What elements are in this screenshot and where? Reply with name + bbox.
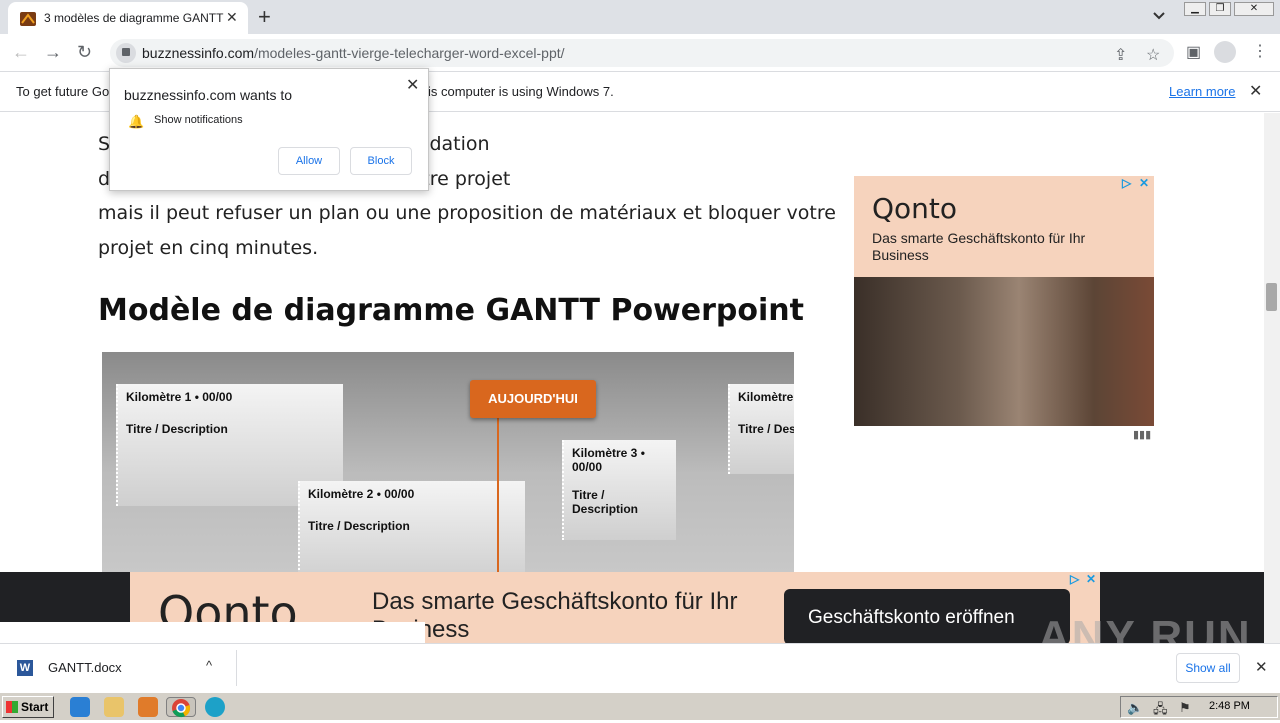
file-explorer-icon[interactable] bbox=[104, 697, 124, 717]
download-options-chevron-icon[interactable]: ^ bbox=[206, 658, 212, 673]
milestone-description: Titre / Description bbox=[126, 422, 228, 436]
section-heading: Modèle de diagramme GANTT Powerpoint bbox=[98, 293, 804, 328]
reload-button[interactable]: ↻ bbox=[77, 42, 92, 63]
gantt-template-image[interactable]: Kilomètre 1 • 00/00 Titre / Description … bbox=[102, 352, 794, 573]
windows-taskbar: Start 🔈 🖧 ⚑ 2:48 PM bbox=[0, 692, 1280, 720]
status-bubble bbox=[0, 622, 425, 644]
block-button[interactable]: Block bbox=[350, 147, 412, 175]
milestone-description: Titre / Description bbox=[308, 519, 410, 533]
notification-permission-popup: buzznessinfo.com wants to ✕ 🔔 Show notif… bbox=[109, 68, 429, 191]
browser-tab[interactable]: 3 modèles de diagramme GANTT vierge ✕ bbox=[8, 2, 248, 34]
milestone-label: Kilomètre 2 • 00/00 bbox=[308, 487, 415, 501]
gantt-milestone-3: Kilomètre 3 • 00/00 Titre / Description bbox=[562, 440, 676, 540]
show-all-downloads-button[interactable]: Show all bbox=[1176, 653, 1240, 683]
volume-icon[interactable]: 🔈 bbox=[1127, 700, 1143, 716]
ad-close-icon[interactable]: ✕ bbox=[1139, 176, 1149, 190]
side-panel-icon[interactable]: ▣ bbox=[1186, 42, 1201, 62]
infobar-message-start: To get future Go bbox=[16, 84, 110, 99]
today-marker-label: AUJOURD'HUI bbox=[470, 380, 596, 418]
download-bar: W GANTT.docx ^ Show all ✕ bbox=[0, 643, 1280, 692]
allow-button[interactable]: Allow bbox=[278, 147, 340, 175]
ad-photo bbox=[854, 277, 1154, 426]
window-minimize-button[interactable]: ▁ bbox=[1184, 2, 1206, 16]
scrollbar-thumb[interactable] bbox=[1266, 283, 1277, 311]
chrome-taskbar-button[interactable] bbox=[166, 697, 196, 718]
start-label: Start bbox=[21, 700, 49, 714]
ad-brand-logo: Qonto bbox=[872, 192, 958, 225]
window-restore-button[interactable]: ❐ bbox=[1209, 2, 1231, 16]
infobar-close-icon[interactable]: ✕ bbox=[1249, 81, 1262, 101]
action-center-flag-icon[interactable]: ⚑ bbox=[1179, 700, 1191, 716]
site-favicon-icon bbox=[20, 12, 36, 26]
ad-close-icon[interactable]: ✕ bbox=[1086, 572, 1096, 586]
article-line: projet en cinq minutes. bbox=[98, 236, 319, 259]
download-bar-close-icon[interactable]: ✕ bbox=[1255, 658, 1268, 676]
milestone-description: Titre / Description bbox=[572, 488, 639, 516]
profile-avatar-icon[interactable] bbox=[1214, 41, 1236, 63]
edge-icon[interactable] bbox=[205, 697, 225, 717]
browser-toolbar: ← → ↻ buzznessinfo.com/modeles-gantt-vie… bbox=[0, 34, 1280, 72]
qonto-side-ad[interactable]: Qonto Das smarte Geschäftskonto für Ihr … bbox=[854, 176, 1154, 426]
tab-search-chevron-icon[interactable] bbox=[1152, 8, 1166, 22]
browser-menu-icon[interactable]: ⋮ bbox=[1252, 41, 1268, 61]
gantt-milestone-2: Kilomètre 2 • 00/00 Titre / Description bbox=[298, 481, 525, 573]
gantt-milestone-4: Kilomètre Titre / Des bbox=[728, 384, 794, 474]
ad-network-logo-icon: ▮▮▮ bbox=[1133, 429, 1152, 441]
milestone-label: Kilomètre 3 • 00/00 bbox=[572, 446, 645, 474]
lock-icon[interactable] bbox=[116, 43, 136, 63]
new-tab-button[interactable]: + bbox=[258, 4, 271, 30]
ad-cta-button[interactable]: Geschäftskonto eröffnen bbox=[784, 589, 1070, 643]
today-marker-line bbox=[497, 418, 499, 573]
url-text[interactable]: buzznessinfo.com/modeles-gantt-vierge-te… bbox=[142, 45, 565, 61]
start-button[interactable]: Start bbox=[2, 696, 54, 718]
milestone-label: Kilomètre bbox=[738, 390, 794, 404]
share-icon[interactable]: ⇪ bbox=[1114, 45, 1127, 65]
tab-close-icon[interactable]: ✕ bbox=[226, 9, 238, 26]
bookmark-star-icon[interactable]: ☆ bbox=[1146, 45, 1160, 65]
forward-button[interactable]: → bbox=[44, 42, 62, 63]
tab-strip: 3 modèles de diagramme GANTT vierge ✕ + … bbox=[0, 0, 1280, 34]
download-divider bbox=[236, 650, 237, 686]
system-tray: 🔈 🖧 ⚑ 2:48 PM bbox=[1120, 696, 1278, 718]
adchoices-icon[interactable]: ▷ bbox=[1070, 572, 1079, 586]
taskbar-clock[interactable]: 2:48 PM bbox=[1209, 700, 1250, 712]
windows-logo-icon bbox=[6, 701, 18, 713]
network-icon[interactable]: 🖧 bbox=[1153, 700, 1168, 722]
article-line: mais il peut refuser un plan ou une prop… bbox=[98, 202, 836, 224]
chrome-icon bbox=[172, 699, 191, 718]
word-document-icon: W bbox=[17, 660, 33, 676]
address-bar[interactable]: buzznessinfo.com/modeles-gantt-vierge-te… bbox=[110, 39, 1174, 67]
tab-title: 3 modèles de diagramme GANTT vierge bbox=[44, 11, 224, 25]
permission-prompt-title: buzznessinfo.com wants to bbox=[124, 87, 293, 103]
adchoices-icon[interactable]: ▷ bbox=[1122, 176, 1131, 190]
milestone-description: Titre / Des bbox=[738, 422, 794, 436]
url-host: buzznessinfo.com bbox=[142, 45, 255, 61]
infobar-message-end: is computer is using Windows 7. bbox=[428, 84, 614, 99]
back-button[interactable]: ← bbox=[12, 42, 30, 63]
download-item-filename[interactable]: GANTT.docx bbox=[48, 660, 122, 675]
bell-icon: 🔔 bbox=[128, 114, 145, 129]
ad-copy: Das smarte Geschäftskonto für Ihr Busine… bbox=[372, 588, 738, 643]
milestone-label: Kilomètre 1 • 00/00 bbox=[126, 390, 233, 404]
url-path: /modeles-gantt-vierge-telecharger-word-e… bbox=[254, 45, 565, 61]
permission-close-icon[interactable]: ✕ bbox=[406, 75, 419, 95]
ad-copy: Das smarte Geschäftskonto für Ihr Busine… bbox=[872, 230, 1086, 263]
internet-explorer-icon[interactable] bbox=[70, 697, 90, 717]
learn-more-link[interactable]: Learn more bbox=[1169, 84, 1235, 99]
window-close-button[interactable]: ✕ bbox=[1234, 2, 1274, 16]
page-scrollbar[interactable] bbox=[1264, 113, 1280, 643]
permission-description: Show notifications bbox=[154, 114, 243, 126]
media-player-icon[interactable] bbox=[138, 697, 158, 717]
